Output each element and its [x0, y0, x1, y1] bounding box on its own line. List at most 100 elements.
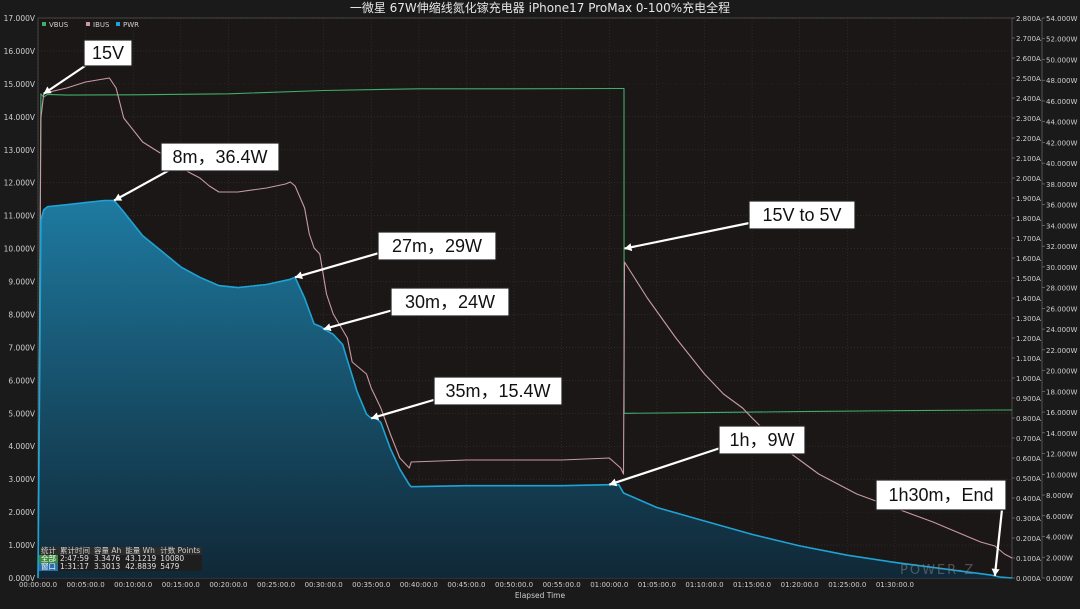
y-tick-label-power: 28.000W: [1046, 285, 1077, 293]
y-tick-label-current: 2.100A: [1016, 155, 1041, 163]
y-tick-label-power: 40.000W: [1046, 160, 1077, 168]
y-tick-label-voltage: 12.000V: [4, 179, 36, 188]
y-tick-label-current: 1.200A: [1016, 335, 1041, 343]
y-tick-label-current: 2.000A: [1016, 175, 1041, 183]
y-tick-label-power: 46.000W: [1046, 98, 1077, 106]
y-tick-label-voltage: 1.000V: [8, 541, 35, 550]
legend-label-ibus: IBUS: [93, 21, 110, 29]
y-tick-label-power: 6.000W: [1046, 513, 1073, 521]
y-tick-label-power: 48.000W: [1046, 77, 1077, 85]
callout-label: 15V to 5V: [762, 205, 841, 225]
powerz-watermark: POWER-Z: [900, 563, 976, 578]
stats-row-label: 窗口: [39, 562, 58, 571]
y-tick-label-voltage: 13.000V: [4, 146, 36, 155]
y-tick-label-current: 2.500A: [1016, 75, 1041, 83]
y-tick-label-current: 2.300A: [1016, 115, 1041, 123]
y-tick-label-current: 0.000A: [1016, 575, 1041, 583]
callout-label: 35m，15.4W: [445, 381, 550, 401]
y-tick-label-power: 32.000W: [1046, 243, 1077, 251]
stats-row-window: 窗口 1:31:17 3.3013 42.8839 5479: [39, 562, 203, 571]
y-tick-label-power: 30.000W: [1046, 264, 1077, 272]
x-tick-label: 01:30:00.0: [876, 581, 914, 589]
y-tick-label-power: 36.000W: [1046, 202, 1077, 210]
y-tick-label-voltage: 9.000V: [8, 278, 35, 287]
y-tick-label-current: 0.800A: [1016, 415, 1041, 423]
y-tick-label-current: 2.400A: [1016, 95, 1041, 103]
y-tick-label-voltage: 2.000V: [8, 508, 35, 517]
y-tick-label-current: 1.000A: [1016, 375, 1041, 383]
y-tick-label-current: 0.600A: [1016, 455, 1041, 463]
y-tick-label-current: 1.700A: [1016, 235, 1041, 243]
y-tick-label-current: 1.800A: [1016, 215, 1041, 223]
y-tick-label-power: 54.000W: [1046, 15, 1077, 23]
stats-ah: 3.3013: [92, 563, 124, 571]
callout-label: 1h30m，End: [888, 485, 993, 505]
y-tick-label-power: 24.000W: [1046, 326, 1077, 334]
legend-label-vbus: VBUS: [49, 21, 69, 29]
y-tick-label-current: 1.600A: [1016, 255, 1041, 263]
y-tick-label-power: 2.000W: [1046, 554, 1073, 562]
callout-label: 8m，36.4W: [172, 147, 267, 167]
x-tick-label: 00:50:00.0: [495, 581, 533, 589]
y-tick-label-power: 10.000W: [1046, 471, 1077, 479]
callout-label: 27m，29W: [392, 236, 482, 256]
x-tick-label: 00:45:00.0: [447, 581, 485, 589]
callout-label: 1h，9W: [729, 430, 794, 450]
legend-swatch-pwr: [116, 22, 120, 26]
y-tick-label-voltage: 14.000V: [4, 113, 36, 122]
stats-points: 5479: [158, 563, 203, 571]
y-tick-label-power: 38.000W: [1046, 181, 1077, 189]
x-tick-label: 01:05:00.0: [638, 581, 676, 589]
x-tick-label: 00:25:00.0: [257, 581, 295, 589]
y-tick-label-power: 12.000W: [1046, 451, 1077, 459]
stats-table: 统计 累计时间 容量 Ah 能量 Wh 计数 Points 全部 2:47:59…: [39, 547, 203, 571]
x-tick-label: 01:15:00.0: [733, 581, 771, 589]
y-tick-label-power: 22.000W: [1046, 347, 1077, 355]
y-tick-label-power: 44.000W: [1046, 119, 1077, 127]
y-tick-label-power: 42.000W: [1046, 139, 1077, 147]
y-tick-label-voltage: 7.000V: [8, 343, 35, 352]
y-tick-label-power: 8.000W: [1046, 492, 1073, 500]
y-tick-label-current: 0.900A: [1016, 395, 1041, 403]
y-tick-label-power: 34.000W: [1046, 222, 1077, 230]
y-tick-label-current: 2.600A: [1016, 55, 1041, 63]
y-tick-label-current: 0.400A: [1016, 495, 1041, 503]
x-axis-label: Elapsed Time: [514, 591, 566, 600]
y-tick-label-current: 0.200A: [1016, 535, 1041, 543]
y-tick-label-power: 20.000W: [1046, 368, 1077, 376]
y-tick-label-current: 0.700A: [1016, 435, 1041, 443]
y-tick-label-power: 4.000W: [1046, 534, 1073, 542]
y-tick-label-current: 1.500A: [1016, 275, 1041, 283]
chart-plot[interactable]: 0.000V1.000V2.000V3.000V4.000V5.000V6.00…: [0, 0, 1080, 609]
y-tick-label-current: 0.100A: [1016, 555, 1041, 563]
x-tick-label: 01:25:00.0: [828, 581, 866, 589]
x-tick-label: 00:35:00.0: [352, 581, 390, 589]
y-tick-label-power: 16.000W: [1046, 409, 1077, 417]
x-tick-label: 00:55:00.0: [543, 581, 581, 589]
y-tick-label-voltage: 11.000V: [4, 212, 36, 221]
y-tick-label-voltage: 6.000V: [8, 376, 35, 385]
stats-wh: 42.8839: [123, 562, 159, 571]
y-tick-label-current: 2.800A: [1016, 15, 1041, 23]
y-tick-label-power: 18.000W: [1046, 388, 1077, 396]
y-tick-label-current: 2.700A: [1016, 35, 1041, 43]
y-tick-label-current: 1.400A: [1016, 295, 1041, 303]
y-tick-label-power: 0.000W: [1046, 575, 1073, 583]
y-tick-label-current: 1.300A: [1016, 315, 1041, 323]
x-tick-label: 00:20:00.0: [209, 581, 247, 589]
y-tick-label-voltage: 16.000V: [4, 47, 36, 56]
y-tick-label-current: 2.200A: [1016, 135, 1041, 143]
y-tick-label-power: 26.000W: [1046, 305, 1077, 313]
legend-swatch-ibus: [86, 22, 90, 26]
y-tick-label-voltage: 17.000V: [4, 14, 36, 23]
x-tick-label: 00:40:00.0: [400, 581, 438, 589]
y-tick-label-current: 0.500A: [1016, 475, 1041, 483]
x-tick-label: 00:10:00.0: [114, 581, 152, 589]
y-tick-label-voltage: 15.000V: [4, 80, 36, 89]
y-tick-label-power: 50.000W: [1046, 56, 1077, 64]
y-tick-label-voltage: 8.000V: [8, 310, 35, 319]
y-tick-label-power: 52.000W: [1046, 36, 1077, 44]
y-tick-label-voltage: 10.000V: [4, 245, 36, 254]
x-tick-label: 00:05:00.0: [67, 581, 105, 589]
x-tick-label: 00:30:00.0: [305, 581, 343, 589]
